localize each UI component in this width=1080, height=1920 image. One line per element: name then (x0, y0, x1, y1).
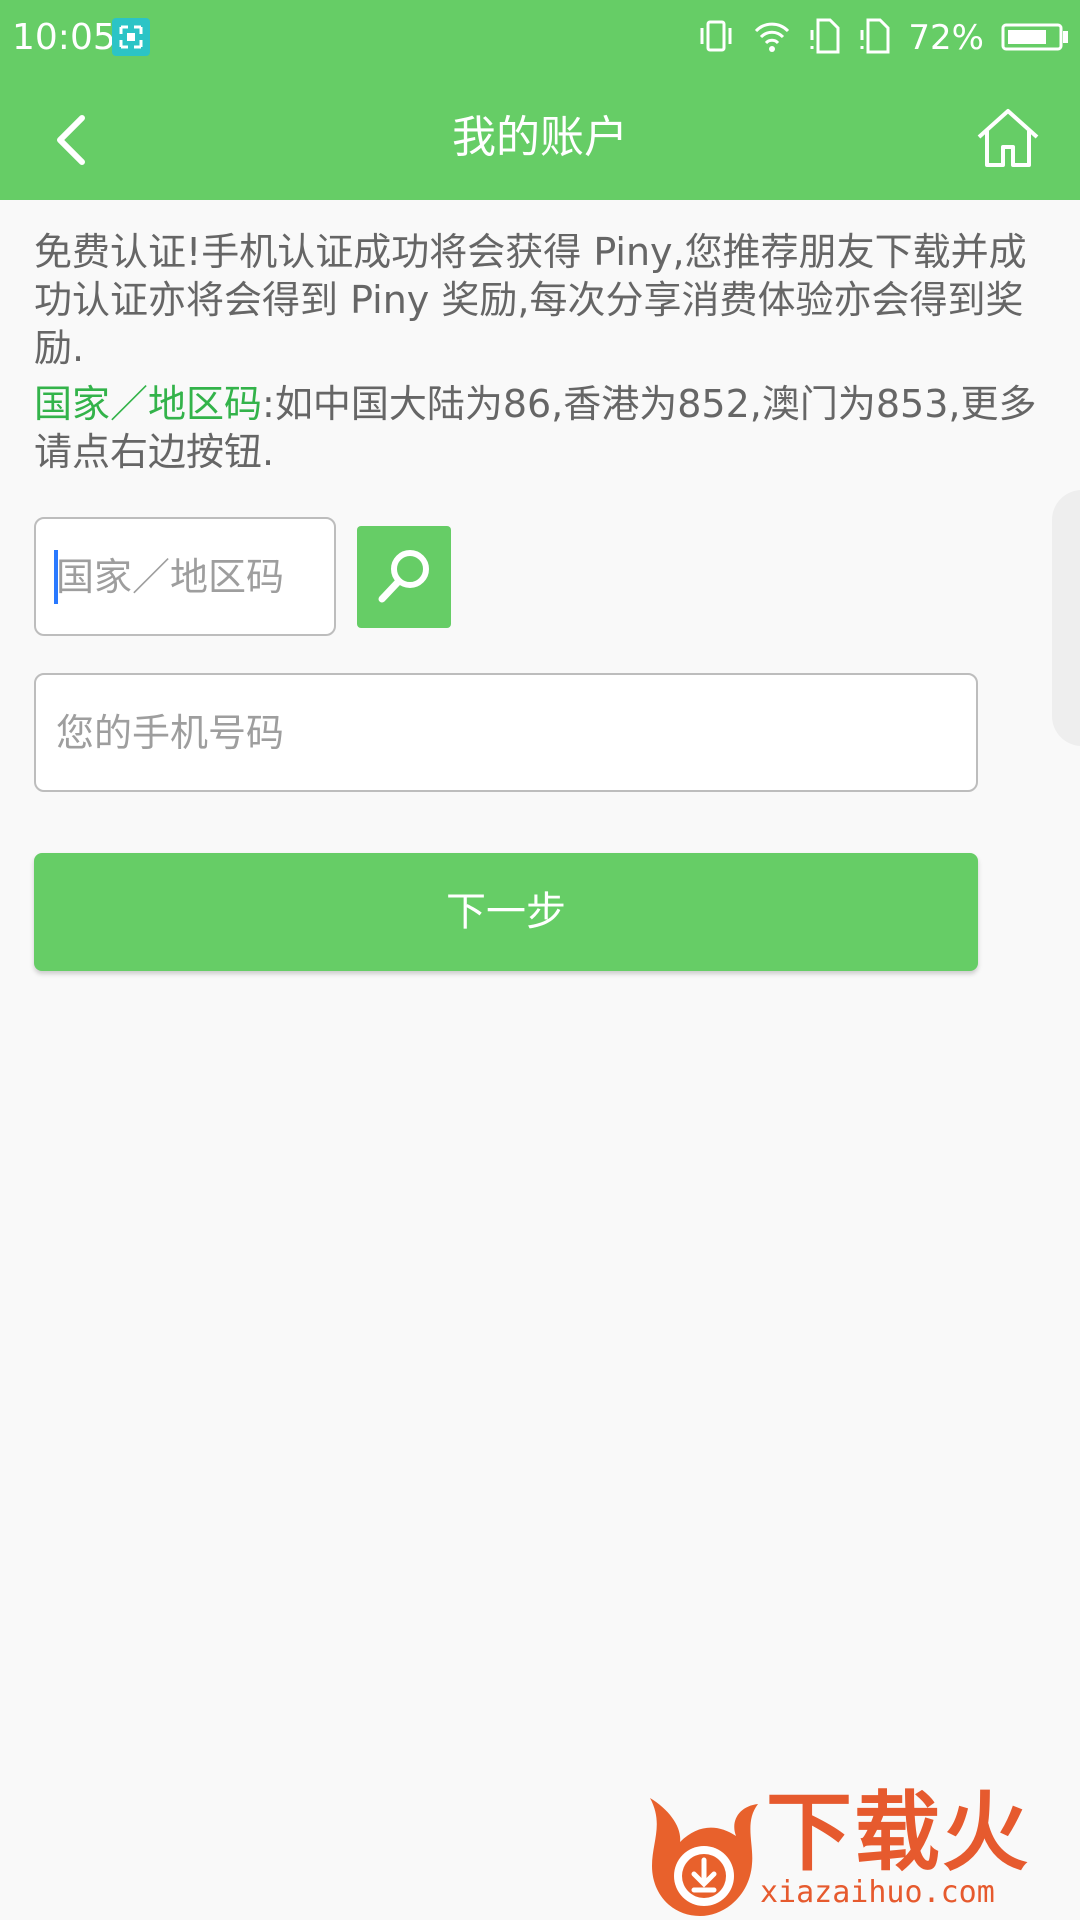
app-header: 10:05 72% 我的账户 (0, 0, 1080, 200)
country-code-input[interactable] (34, 517, 336, 636)
status-time: 10:05 (12, 17, 116, 58)
sim-card-icon-2 (858, 16, 892, 60)
edge-drawer-handle[interactable] (1052, 490, 1080, 746)
next-step-button[interactable]: 下一步 (34, 853, 978, 971)
country-code-search-button[interactable] (357, 526, 451, 628)
country-code-hint-highlight: 国家／地区码 (34, 382, 263, 426)
watermark-logo: 下载火 xiazaihuo.com (640, 1780, 1080, 1920)
status-bar: 10:05 72% (0, 0, 1080, 78)
intro-description: 免费认证!手机认证成功将会获得 Piny,您推荐朋友下载并成功认证亦将会得到 P… (34, 230, 1027, 370)
toolbar: 我的账户 (0, 78, 1080, 200)
country-code-hint: 国家／地区码:如中国大陆为86,香港为852,澳门为853,更多请点右边按钮. (34, 380, 1054, 476)
home-button[interactable] (966, 96, 1050, 180)
screenshot-app-icon (112, 18, 150, 56)
watermark-title: 下载火 (766, 1783, 1030, 1883)
search-icon (378, 550, 429, 603)
text-caret (54, 550, 58, 604)
intro-text: 免费认证!手机认证成功将会获得 Piny,您推荐朋友下载并成功认证亦将会得到 P… (34, 228, 1054, 476)
flame-logo-icon (650, 1798, 758, 1916)
watermark-domain: xiazaihuo.com (760, 1875, 995, 1910)
status-icons: 72% (696, 14, 1070, 62)
battery-icon (1000, 16, 1070, 60)
phone-number-input[interactable] (34, 673, 978, 792)
home-icon (977, 109, 1039, 167)
battery-percentage: 72% (908, 18, 984, 58)
page-title: 我的账户 (452, 112, 628, 163)
sim-card-icon (808, 16, 842, 60)
vibrate-icon (696, 16, 736, 60)
wifi-icon (752, 16, 792, 60)
